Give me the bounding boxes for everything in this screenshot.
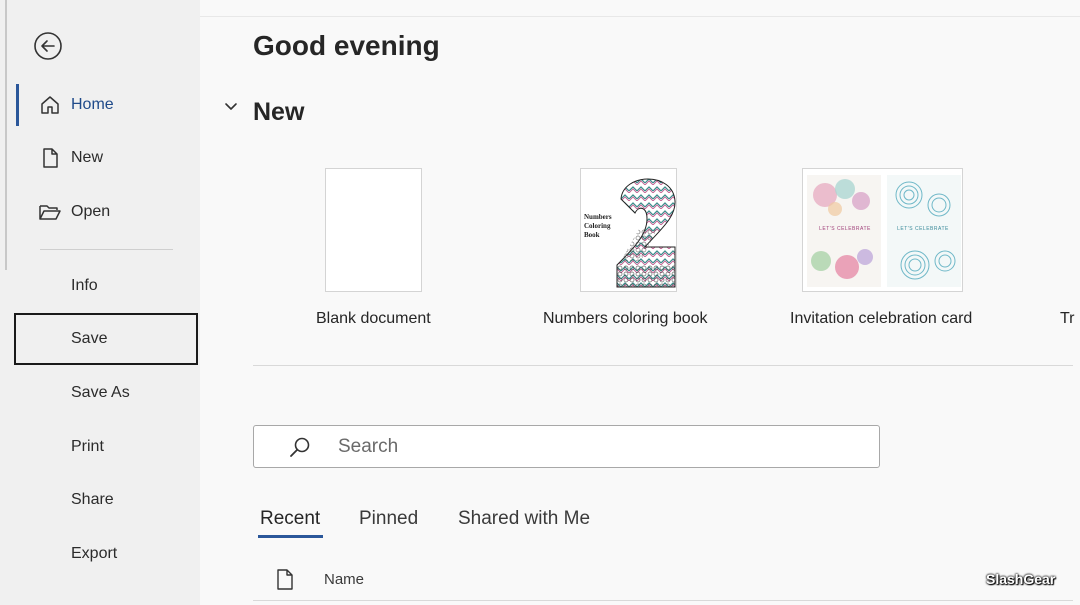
sidebar-item-print[interactable]: Print	[14, 421, 198, 473]
template-blank-document[interactable]: Blank document	[316, 168, 431, 327]
file-type-icon	[277, 569, 293, 590]
folder-open-icon	[38, 200, 62, 224]
active-tab-indicator	[258, 535, 323, 538]
tab-shared-with-me[interactable]: Shared with Me	[458, 508, 590, 530]
sidebar-item-info[interactable]: Info	[14, 260, 198, 312]
sidebar-item-save-as[interactable]: Save As	[14, 367, 198, 419]
new-section-collapse-button[interactable]	[222, 98, 240, 116]
section-divider	[253, 365, 1073, 366]
sidebar-item-share[interactable]: Share	[14, 474, 198, 526]
thumbnail-caption: LET'S CELEBRATE	[897, 226, 949, 232]
search-input[interactable]	[338, 434, 858, 460]
column-header-name[interactable]: Name	[324, 571, 364, 588]
sidebar-edge	[5, 0, 7, 270]
sidebar-item-label: Info	[71, 277, 98, 294]
new-section-title: New	[253, 98, 305, 126]
sidebar-item-label: Open	[71, 203, 111, 220]
watermark: SlashGear	[986, 571, 1056, 587]
search-icon	[290, 437, 310, 457]
template-label: Numbers coloring book	[543, 310, 708, 327]
sidebar-item-label: Print	[71, 438, 104, 455]
file-list-header: Name	[253, 566, 1073, 596]
template-label: Blank document	[316, 310, 431, 327]
sidebar-item-open[interactable]: Open	[14, 186, 198, 238]
template-numbers-coloring-book[interactable]: Numbers Coloring Book Numbers coloring b…	[543, 168, 708, 327]
home-icon	[38, 93, 62, 117]
chevron-down-icon	[222, 98, 240, 116]
template-label: Invitation celebration card	[790, 310, 973, 327]
sidebar-item-label: Export	[71, 545, 118, 562]
thumbnail-caption: LET'S CELEBRATE	[819, 226, 871, 232]
template-thumbnail: LET'S CELEBRATE LET'S CELEBRATE	[802, 168, 963, 292]
sidebar-separator	[40, 249, 173, 250]
sidebar-item-export[interactable]: Export	[14, 528, 198, 580]
template-label: Tr	[1060, 310, 1075, 327]
sidebar-item-save[interactable]: Save	[14, 313, 198, 365]
back-button[interactable]	[33, 31, 63, 61]
tab-pinned[interactable]: Pinned	[359, 508, 418, 530]
top-border	[200, 16, 1080, 17]
template-thumbnail: Numbers Coloring Book	[580, 168, 677, 292]
backstage-sidebar: Home New Open Info Save Save As Print Sh…	[0, 0, 200, 605]
template-invitation-celebration-card[interactable]: LET'S CELEBRATE LET'S CELEBRATE Invitati…	[790, 168, 972, 327]
backstage-main: Good evening New Blank document Numbers …	[200, 0, 1080, 605]
new-document-icon	[38, 146, 62, 170]
sidebar-item-label: Save	[71, 330, 108, 347]
page-title: Good evening	[253, 30, 440, 61]
back-arrow-icon	[34, 32, 62, 60]
sidebar-item-new[interactable]: New	[14, 132, 198, 184]
list-divider	[253, 600, 1073, 601]
tab-recent[interactable]: Recent	[260, 508, 320, 530]
thumbnail-title: Numbers Coloring Book	[584, 213, 612, 239]
sidebar-item-label: Home	[71, 96, 114, 113]
search-box[interactable]	[253, 425, 880, 468]
sidebar-item-label: Share	[71, 491, 114, 508]
sidebar-item-label: New	[71, 149, 104, 166]
sidebar-item-home[interactable]: Home	[14, 79, 198, 131]
template-thumbnail	[325, 168, 422, 292]
sidebar-item-label: Save As	[71, 384, 130, 401]
